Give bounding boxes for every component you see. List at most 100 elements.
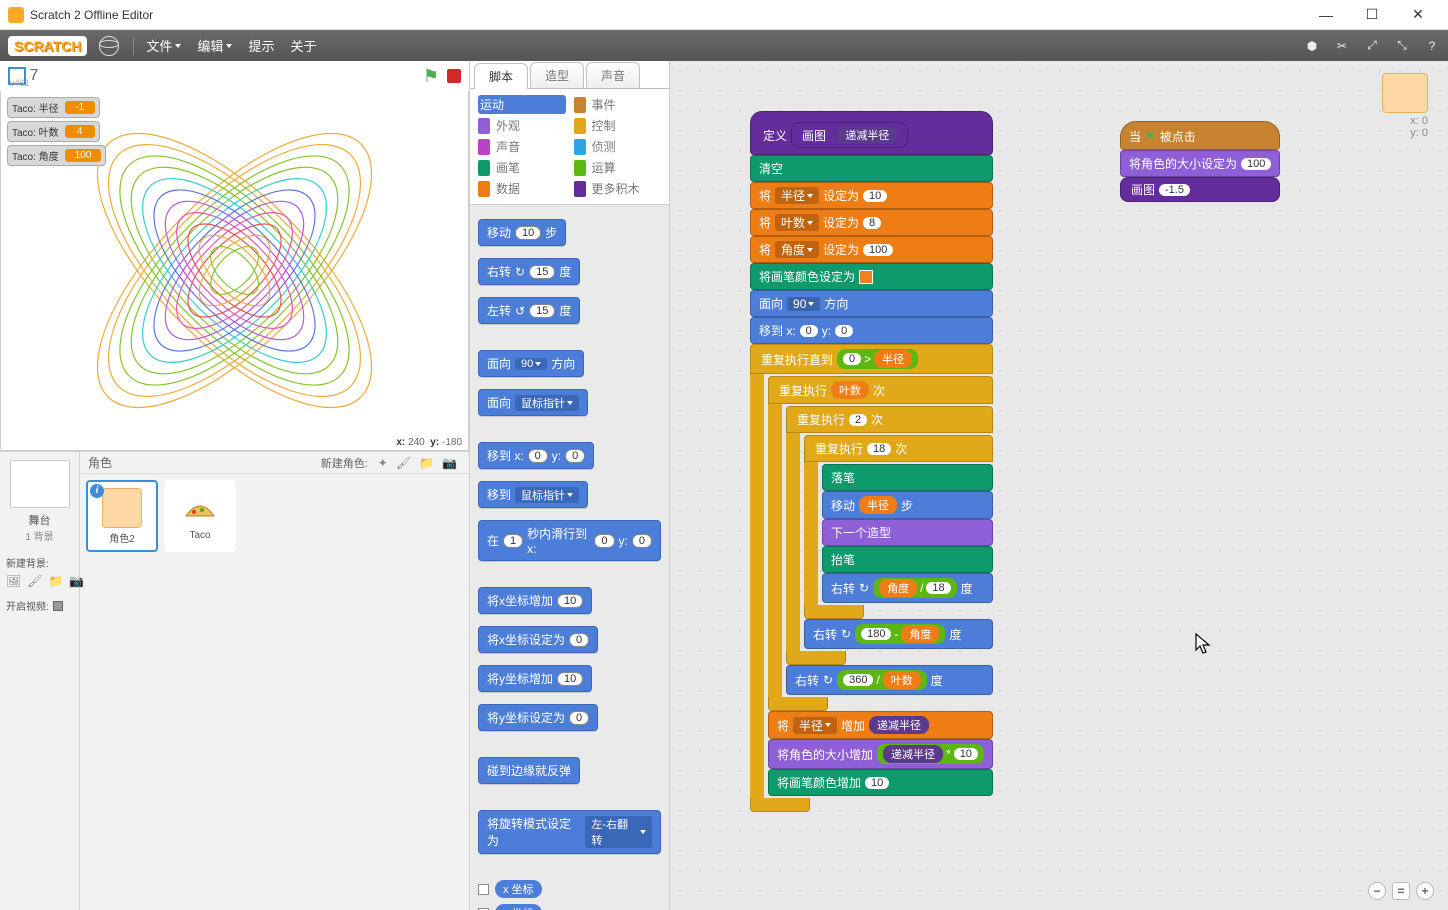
close-button[interactable]: ✕ <box>1404 5 1432 25</box>
block-change-size[interactable]: 将角色的大小增加递减半径*10 <box>768 739 993 769</box>
tab-costumes[interactable]: 造型 <box>530 62 584 88</box>
block-change-y[interactable]: 将y坐标增加10 <box>478 665 592 692</box>
block-rot-style[interactable]: 将旋转模式设定为左-右翻转 <box>478 810 661 854</box>
scissors-icon[interactable]: ✂ <box>1334 38 1350 54</box>
block-palette[interactable]: 移动10步 右转↻15度 左转↺15度 面向90方向 面向鼠标指针 移到 x:0… <box>470 205 669 910</box>
cat-operators[interactable]: 运算 <box>574 158 662 177</box>
block-set-radius[interactable]: 将半径设定为10 <box>750 182 993 209</box>
block-point-dir[interactable]: 面向90方向 <box>478 350 584 377</box>
block-repeat-2[interactable]: 重复执行2次 重复执行18次 落笔 移动半径步 下一个造型 <box>786 406 993 665</box>
block-point-90[interactable]: 面向90方向 <box>750 290 993 317</box>
stamp-icon[interactable]: ⬢ <box>1304 38 1320 54</box>
block-repeat-18[interactable]: 重复执行18次 落笔 移动半径步 下一个造型 抬笔 右转↻角度/18度 <box>804 435 993 619</box>
block-change-pen-color[interactable]: 将画笔颜色增加10 <box>768 769 993 796</box>
menu-file[interactable]: 文件 <box>146 36 181 55</box>
block-goto[interactable]: 移到鼠标指针 <box>478 481 588 508</box>
sprite-upload-icon[interactable]: 📁 <box>419 456 434 470</box>
menu-tips[interactable]: 提示 <box>248 36 274 55</box>
backdrop-library-icon[interactable]: 🖼 <box>6 574 21 588</box>
reporter-ypos[interactable]: y 坐标 <box>495 904 542 910</box>
block-set-angle[interactable]: 将角度设定为100 <box>750 236 993 263</box>
maximize-button[interactable]: ☐ <box>1358 5 1386 25</box>
script-stack-2[interactable]: 当⚑被点击 将角色的大小设定为100 画图-1.5 <box>1120 121 1280 202</box>
block-set-pen-color[interactable]: 将画笔颜色设定为 <box>750 263 993 290</box>
block-repeat-until[interactable]: 重复执行直到0>半径 重复执行叶数次 重复执行2次 重复执行18次 <box>750 344 993 812</box>
cat-pen[interactable]: 画笔 <box>478 158 566 177</box>
block-move[interactable]: 移动10步 <box>478 219 566 246</box>
block-repeat-leaf[interactable]: 重复执行叶数次 重复执行2次 重复执行18次 落笔 <box>768 376 993 711</box>
menu-edit[interactable]: 编辑 <box>197 36 232 55</box>
checkbox-xpos[interactable] <box>478 884 489 895</box>
zoom-reset-button[interactable]: = <box>1392 882 1410 900</box>
block-turn-right[interactable]: 右转↻15度 <box>478 258 580 285</box>
backdrop-upload-icon[interactable]: 📁 <box>48 574 63 588</box>
scratch-logo[interactable]: SCRATCH <box>8 36 87 56</box>
sprite-item[interactable]: i 角色2 <box>86 480 158 552</box>
minimize-button[interactable]: — <box>1312 5 1340 25</box>
zoom-controls: − = + <box>1368 882 1434 900</box>
sprite-camera-icon[interactable]: 📷 <box>442 456 457 470</box>
stage[interactable]: Taco: 半径-1 Taco: 叶数4 Taco: 角度100 x: 240 … <box>0 91 469 451</box>
cat-data[interactable]: 数据 <box>478 179 566 198</box>
video-toggle[interactable] <box>53 601 63 611</box>
shrink-icon[interactable]: ⤡ <box>1394 38 1410 54</box>
zoom-in-button[interactable]: + <box>1416 882 1434 900</box>
help-icon[interactable]: ? <box>1424 38 1440 54</box>
monitor-radius[interactable]: Taco: 半径-1 <box>7 97 100 118</box>
block-change-radius[interactable]: 将半径增加递减半径 <box>768 711 993 739</box>
block-define[interactable]: 定义画图 递减半径 <box>750 111 993 155</box>
sprite-item[interactable]: Taco <box>164 480 236 552</box>
sprite-info-thumb <box>1382 73 1428 113</box>
block-pen-up[interactable]: 抬笔 <box>822 546 993 573</box>
monitor-angle[interactable]: Taco: 角度100 <box>7 145 106 166</box>
cat-more[interactable]: 更多积木 <box>574 179 662 198</box>
block-change-x[interactable]: 将x坐标增加10 <box>478 587 592 614</box>
grow-icon[interactable]: ⤢ <box>1364 38 1380 54</box>
language-icon[interactable] <box>99 36 119 56</box>
monitor-leaves[interactable]: Taco: 叶数4 <box>7 121 100 142</box>
stop-icon[interactable] <box>447 69 461 83</box>
sprite-thumb-taco <box>180 488 220 528</box>
cursor-icon <box>1195 633 1213 663</box>
green-flag-icon[interactable]: ⚑ <box>423 66 439 87</box>
script-stack-main[interactable]: 定义画图 递减半径 清空 将半径设定为10 将叶数设定为8 将角度设定为100 … <box>750 111 993 812</box>
block-set-x[interactable]: 将x坐标设定为0 <box>478 626 598 653</box>
menu-about[interactable]: 关于 <box>290 36 316 55</box>
block-turn-left[interactable]: 左转↺15度 <box>478 297 580 324</box>
tab-sounds[interactable]: 声音 <box>586 62 640 88</box>
block-glide[interactable]: 在1秒内滑行到 x:0y:0 <box>478 520 661 561</box>
block-call-custom[interactable]: 画图-1.5 <box>1120 177 1280 202</box>
script-canvas[interactable]: 定义画图 递减半径 清空 将半径设定为10 将叶数设定为8 将角度设定为100 … <box>670 61 1448 910</box>
video-label: 开启视频: <box>6 598 49 613</box>
stage-thumbnail[interactable] <box>10 460 70 508</box>
block-turn-180[interactable]: 右转↻180-角度度 <box>804 619 993 649</box>
block-clear[interactable]: 清空 <box>750 155 993 182</box>
block-point-towards[interactable]: 面向鼠标指针 <box>478 389 588 416</box>
cat-sound[interactable]: 声音 <box>478 137 566 156</box>
sprite-paint-icon[interactable]: 🖌 <box>396 456 411 470</box>
block-set-y[interactable]: 将y坐标设定为0 <box>478 704 598 731</box>
cat-looks[interactable]: 外观 <box>478 116 566 135</box>
cat-events[interactable]: 事件 <box>574 95 662 114</box>
sprite-info-icon[interactable]: i <box>90 484 104 498</box>
block-set-leaves[interactable]: 将叶数设定为8 <box>750 209 993 236</box>
block-turn-360[interactable]: 右转↻360/叶数度 <box>786 665 993 695</box>
reporter-xpos[interactable]: x 坐标 <box>495 880 542 898</box>
block-pen-down[interactable]: 落笔 <box>822 464 993 491</box>
block-bounce[interactable]: 碰到边缘就反弹 <box>478 757 580 784</box>
block-next-costume[interactable]: 下一个造型 <box>822 519 993 546</box>
block-goto-00[interactable]: 移到 x:0y:0 <box>750 317 993 344</box>
zoom-out-button[interactable]: − <box>1368 882 1386 900</box>
cat-motion[interactable]: 运动 <box>478 95 566 114</box>
block-set-size[interactable]: 将角色的大小设定为100 <box>1120 150 1280 177</box>
block-when-flag[interactable]: 当⚑被点击 <box>1120 121 1280 150</box>
project-name[interactable]: 7 <box>30 67 423 85</box>
cat-sensing[interactable]: 侦测 <box>574 137 662 156</box>
block-goto-xy[interactable]: 移到 x:0y:0 <box>478 442 594 469</box>
cat-control[interactable]: 控制 <box>574 116 662 135</box>
block-move-radius[interactable]: 移动半径步 <box>822 491 993 519</box>
sprite-library-icon[interactable]: ✦ <box>378 456 388 470</box>
tab-scripts[interactable]: 脚本 <box>474 63 528 89</box>
block-turn-angle[interactable]: 右转↻角度/18度 <box>822 573 993 603</box>
backdrop-paint-icon[interactable]: 🖌 <box>27 574 42 588</box>
